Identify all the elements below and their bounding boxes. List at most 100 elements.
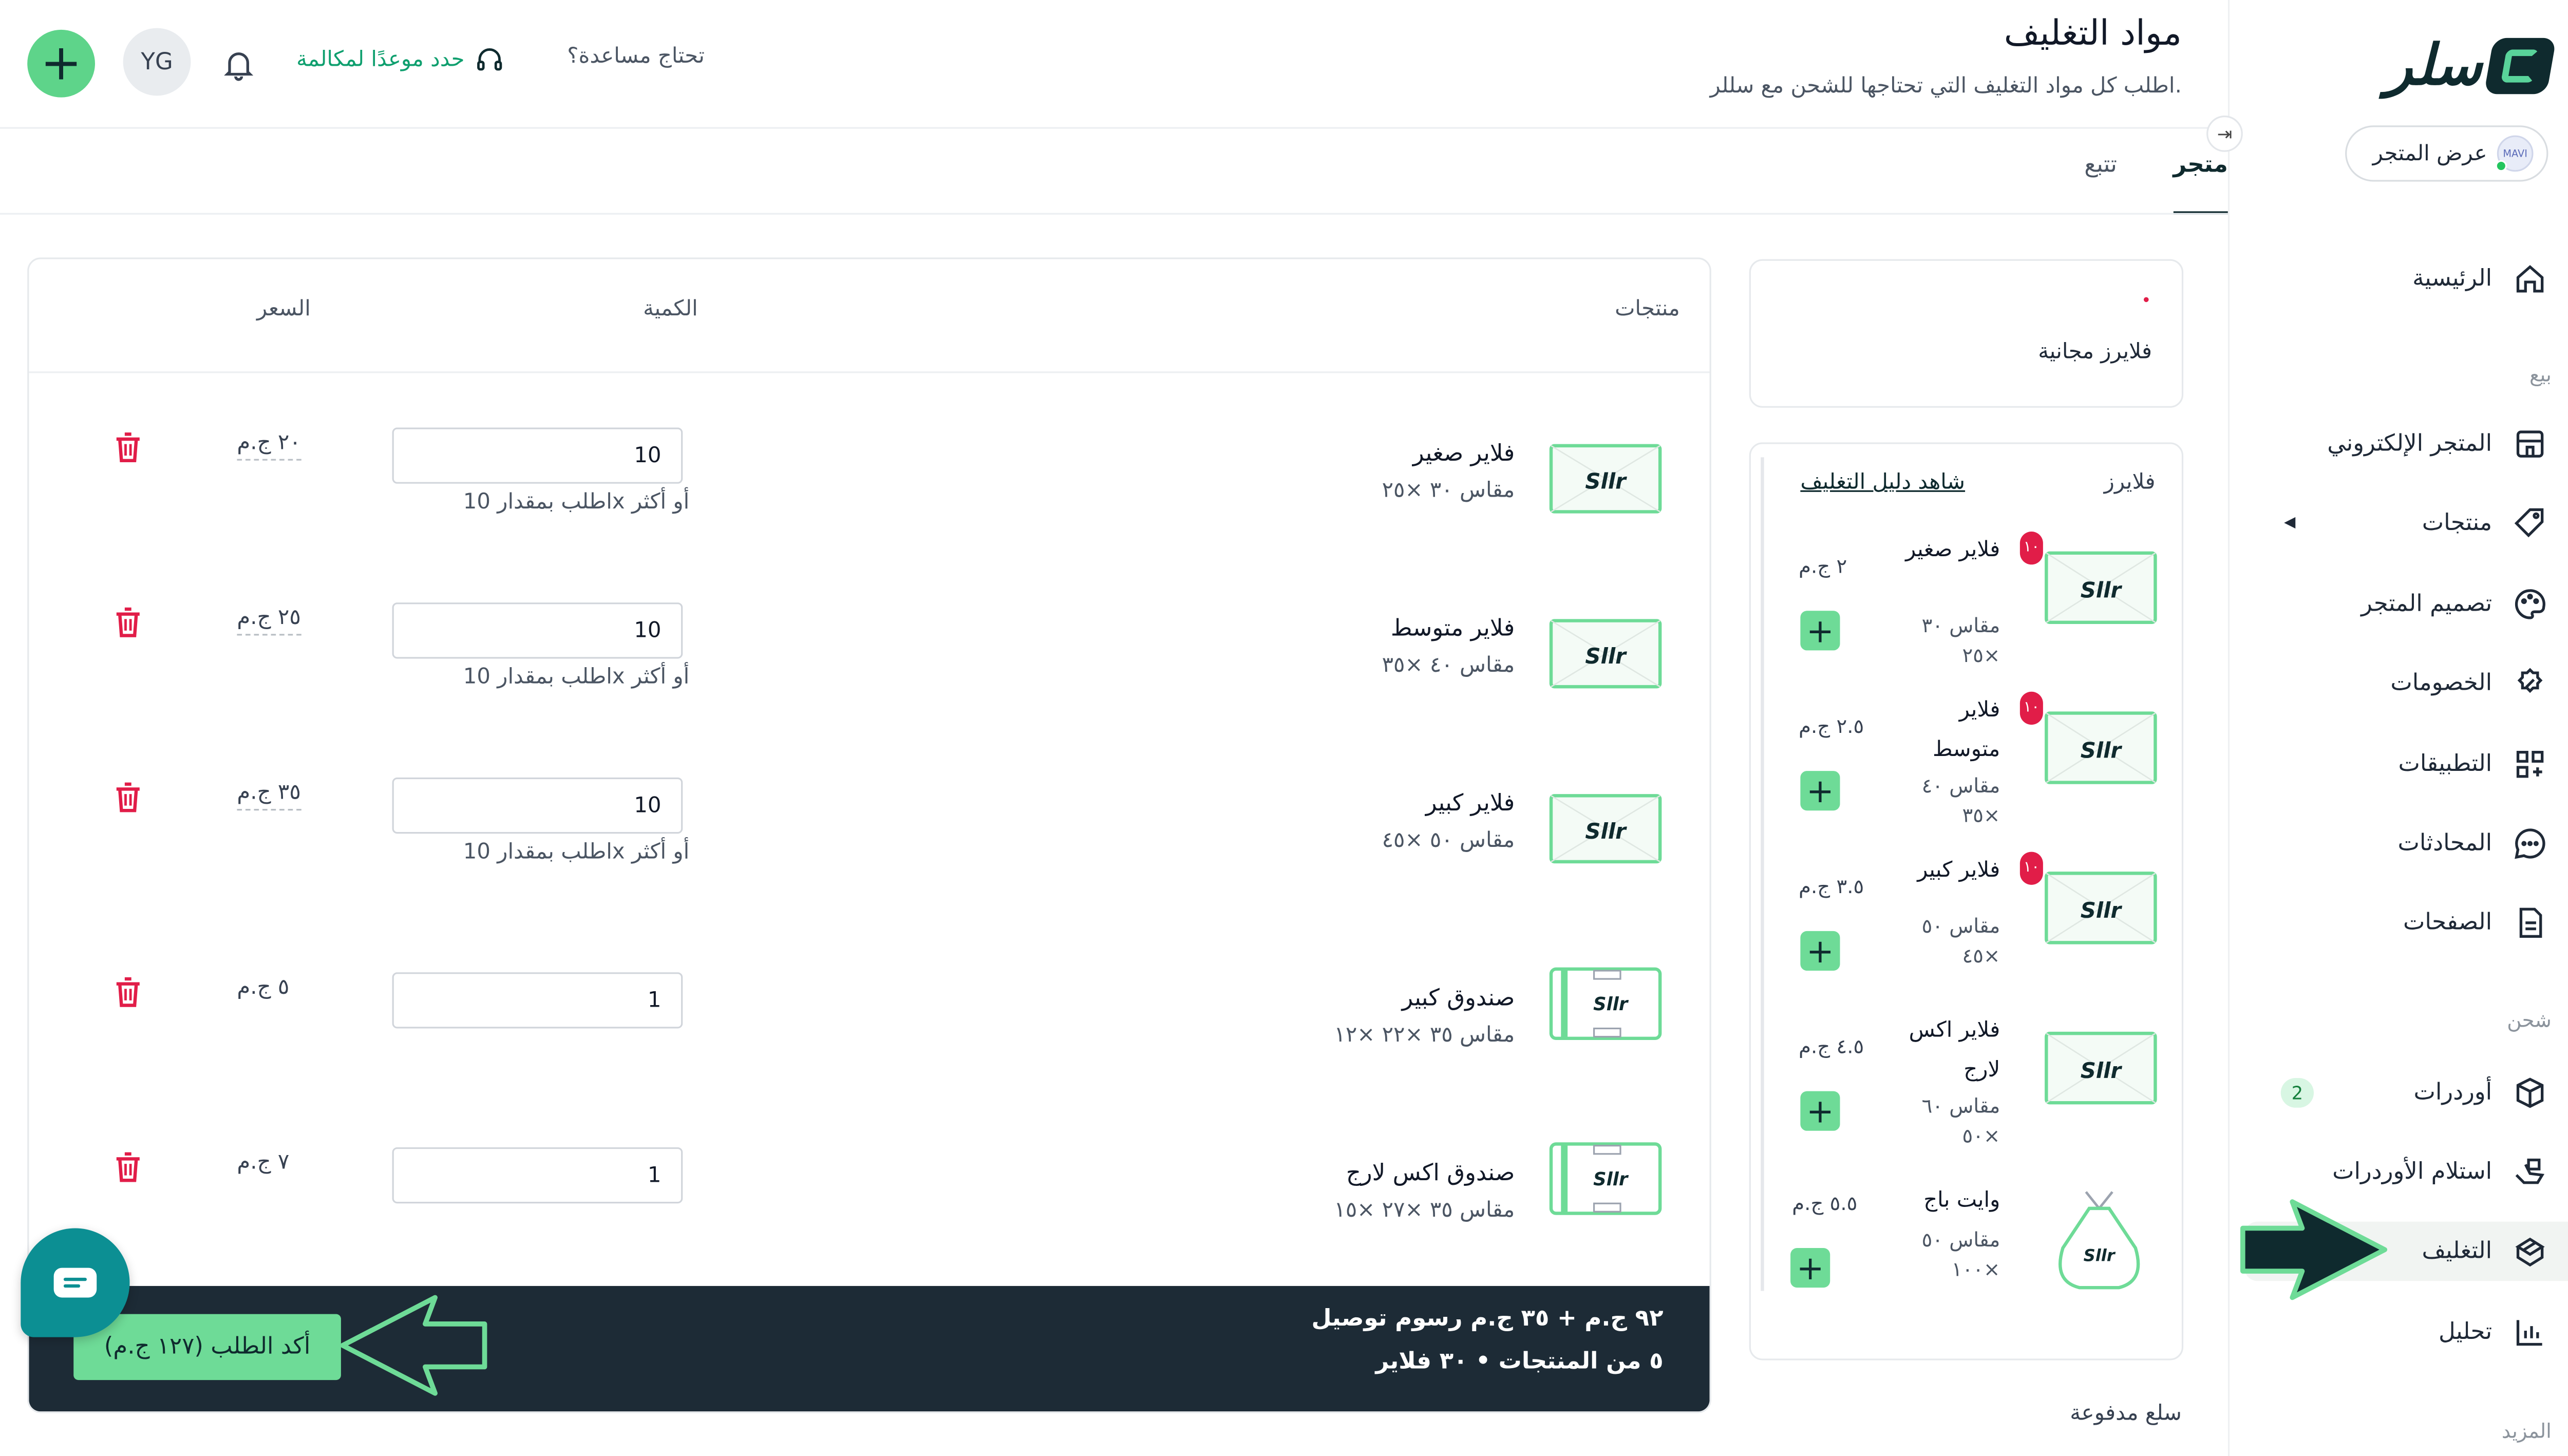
summary-total: ٩٢ ج.م + ٣٥ ج.م رسوم توصيل [1311,1306,1664,1332]
flyer-thumbnail: Sllr [2045,872,2157,944]
trash-icon[interactable] [113,431,143,464]
quantity-input[interactable] [392,602,683,659]
quantity-input[interactable] [392,1147,683,1204]
sidebar-item-order-pickup[interactable]: استلام الأوردرات [2251,1142,2548,1202]
trash-icon[interactable] [113,976,143,1009]
catalog-item-size: مقاس ٥٠ ×١٠٠ [1921,1228,2000,1281]
summary-counts: ٥ من المنتجات • ٣٠ فلاير [1375,1349,1664,1375]
sidebar-item-chats[interactable]: المحادثات [2251,814,2548,874]
brand-text: Sllr [1585,468,1627,494]
row-price: ٥ ج.م [237,975,290,1000]
sidebar-item-label: التغليف [2422,1238,2493,1265]
logo-text: سلر [2385,33,2484,99]
catalog-item-price: ٢.٥ ج.م [1799,714,1864,738]
sidebar-item-products[interactable]: ◀ منتجات [2251,494,2548,553]
cart-row: Sllr فلاير كبير مقاس ٥٠ ×٤٥ اطلب بمقدار … [29,774,1709,950]
catalog-item-name: فلاير متوسط [1933,698,2000,763]
sidebar-item-label: المحادثات [2397,830,2493,857]
trash-icon[interactable] [113,781,143,814]
tab-track[interactable]: تتبع [2084,136,2117,215]
catalog-item: Sllr وايت باج مقاس ٥٠ ×١٠٠ ٥.٥ ج.م + [1776,1182,2172,1330]
free-flyers-label: فلايرز مجانية [2038,340,2152,365]
chat-icon [2515,828,2545,859]
trash-icon[interactable] [113,1150,143,1183]
bell-icon[interactable] [220,46,257,83]
sidebar-callout-arrow-icon [2240,1199,2388,1300]
tab-bar: متجر تتبع [2084,136,2229,215]
brand-text: Sllr [2081,578,2123,603]
box-icon [2516,1077,2544,1108]
box-thumbnail: Sllr [1549,967,1662,1041]
page-subtitle: اطلب كل مواد التغليف التي تحتاجها للشحن … [1710,74,2182,99]
collapse-sidebar-icon[interactable]: ⇥ [2206,116,2243,152]
chart-icon [2516,1320,2542,1346]
logo-mark-icon [2484,37,2557,94]
sidebar-item-label: تحليل [2439,1319,2493,1346]
sidebar-item-apps[interactable]: التطبيقات [2251,734,2548,794]
catalog-item-name: وايت باج [1923,1188,2000,1214]
sidebar-item-discounts[interactable]: الخصومات [2251,654,2548,713]
catalog-item: ١٠ Sllr فلاير كبير مقاس ٥٠ ×٤٥ ٣.٥ ج.م + [1776,852,2172,1000]
quantity-input[interactable] [392,427,683,484]
add-item-button[interactable]: + [1800,1091,1840,1131]
sidebar-item-orders[interactable]: 2 أوردرات [2251,1063,2548,1123]
store-avatar: MAVI [2495,135,2534,172]
order-summary-bar: ٩٢ ج.م + ٣٥ ج.م رسوم توصيل ٥ من المنتجات… [29,1285,1710,1412]
quantity-hint: اطلب بمقدار 10x أو أكثر [463,840,690,865]
notice-dot [2143,297,2149,302]
package-icon [2515,1237,2545,1267]
category-title: فلايرز [2104,470,2156,496]
catalog-item-price: ٥.٥ ج.م [1792,1192,1858,1215]
product-name: فلاير كبير [1425,790,1515,818]
brand-text: Sllr [2084,1246,2116,1265]
catalog-item: ١٠ Sllr فلاير صغير مقاس ٣٠ ×٢٥ ٢ ج.م + [1776,532,2172,680]
cart-row: Sllr صندوق كبير مقاس ٣٥ ×٢٢ ×١٢ ٥ ج.م [29,967,1709,1144]
white-bag-thumbnail: Sllr [2058,1191,2140,1290]
brand-text: Sllr [1593,1169,1629,1190]
trash-icon[interactable] [113,606,143,639]
sidebar-item-analytics[interactable]: تحليل [2251,1302,2548,1362]
add-item-button[interactable]: + [1800,611,1840,651]
cart-row: Sllr فلاير صغير مقاس ٣٠ ×٢٥ اطلب بمقدار … [29,424,1709,599]
expand-caret-icon[interactable]: ◀ [2284,515,2295,532]
chat-support-button[interactable] [21,1228,130,1337]
flyer-thumbnail: Sllr [1549,794,1662,864]
packaging-guide-link[interactable]: شاهد دليل التغليف [1800,470,1965,495]
flyer-thumbnail: Sllr [2045,551,2157,625]
catalog-item-size: مقاس ٦٠ ×٥٠ [1921,1094,2000,1147]
scrollbar[interactable] [1761,457,1764,1291]
help-text: تحتاج مساعدة؟ [567,44,705,70]
flyer-thumbnail: Sllr [1549,619,1662,689]
quantity-input[interactable] [392,777,683,834]
section-sell: بيع [2529,363,2552,387]
sidebar-item-home[interactable]: الرئيسية [2251,249,2548,309]
catalog-item-size: مقاس ٣٠ ×٢٥ [1921,614,2000,667]
sidebar: ⇥ سلر عرض المتجر MAVI الرئيسية بيع المتج… [2206,0,2568,1456]
brand-text: Sllr [2081,738,2123,763]
user-avatar[interactable]: YG [123,28,191,96]
add-item-button[interactable]: + [1800,931,1840,971]
confirm-order-button[interactable]: أكد الطلب (١٢٧ ج.م) [73,1314,341,1381]
schedule-call-label[interactable]: حدد موعدًا لمكالمة [296,47,464,72]
catalog-item: Sllr فلاير اكس لارج مقاس ٦٠ ×٥٠ ٤.٥ ج.م … [1776,1012,2172,1160]
view-store-button[interactable]: عرض المتجر MAVI [2345,125,2548,182]
tag-icon [2514,508,2544,538]
brand-text: Sllr [1593,994,1629,1015]
sidebar-item-label: المتجر الإلكتروني [2327,430,2493,458]
page-icon [2519,907,2542,938]
add-item-button[interactable]: + [1790,1248,1830,1288]
sidebar-item-store-design[interactable]: تصميم المتجر [2251,575,2548,634]
quantity-input[interactable] [392,972,683,1029]
sidebar-item-online-store[interactable]: المتجر الإلكتروني [2251,414,2548,474]
product-size: مقاس ٣٠ ×٢٥ [1382,479,1515,504]
add-item-button[interactable]: + [1800,771,1840,811]
sllr-logo[interactable]: سلر [2385,33,2557,99]
add-button[interactable]: + [27,29,96,98]
product-size: مقاس ٤٠ ×٣٥ [1382,653,1515,679]
sidebar-item-pages[interactable]: الصفحات [2251,893,2548,953]
store-icon [2516,430,2544,458]
free-flyers-card[interactable]: فلايرز مجانية [1749,259,2184,408]
sidebar-item-label: أوردرات [2413,1080,2493,1106]
row-price: ٢٥ ج.م [237,606,301,636]
schedule-call-link[interactable]: حدد موعدًا لمكالمة [296,45,504,74]
